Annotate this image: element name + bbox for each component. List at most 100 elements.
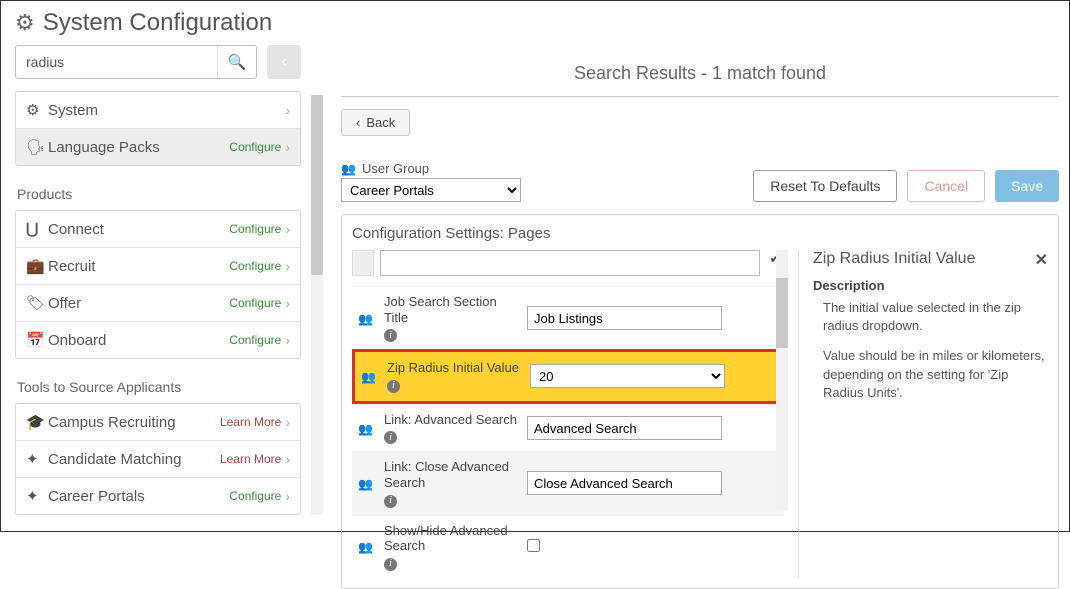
people-icon bbox=[358, 476, 376, 491]
chevron-right-icon: › bbox=[285, 139, 290, 155]
chevron-right-icon: › bbox=[285, 451, 290, 467]
setting-label: Show/Hide Advanced Search i bbox=[384, 523, 519, 571]
back-button[interactable]: ‹ Back bbox=[341, 109, 410, 136]
chevron-left-icon: ‹ bbox=[281, 53, 286, 71]
settings-title: Configuration Settings: Pages bbox=[352, 225, 1048, 242]
sidebar-item-label: Campus Recruiting bbox=[48, 414, 220, 431]
settings-scrollbar[interactable] bbox=[776, 250, 788, 510]
info-icon[interactable]: i bbox=[384, 431, 397, 444]
save-button[interactable]: Save bbox=[995, 170, 1059, 202]
cancel-button[interactable]: Cancel bbox=[907, 170, 985, 202]
chevron-right-icon: › bbox=[285, 258, 290, 274]
detail-body: The initial value selected in the zip ra… bbox=[813, 299, 1048, 402]
gear-icon: ⚙ bbox=[15, 10, 35, 36]
sidebar-item-label: Recruit bbox=[48, 258, 229, 275]
configure-link[interactable]: Configure bbox=[229, 296, 281, 310]
sidebar-item-career-portals[interactable]: ✦ Career Portals Configure › bbox=[16, 477, 300, 514]
setting-row-link-close-advanced-search: Link: Close Advanced Search i bbox=[352, 451, 784, 514]
nav-panel-tools: 🎓 Campus Recruiting Learn More › ✦ Candi… bbox=[15, 403, 301, 515]
sidebar-item-offer[interactable]: 🏷 Offer Configure › bbox=[16, 284, 300, 321]
chevron-right-icon: › bbox=[285, 488, 290, 504]
match-icon: ✦ bbox=[26, 450, 48, 468]
people-icon bbox=[358, 311, 376, 326]
page-title: System Configuration bbox=[43, 9, 272, 37]
portal-icon: ✦ bbox=[26, 487, 48, 505]
setting-row-zip-radius-initial-value[interactable]: Zip Radius Initial Value i 20 bbox=[352, 349, 784, 404]
info-icon[interactable]: i bbox=[384, 495, 397, 508]
setting-row-job-search-section-title: Job Search Section Title i bbox=[352, 286, 784, 349]
setting-label: Link: Close Advanced Search i bbox=[384, 459, 519, 507]
sidebar-collapse-button[interactable]: ‹ bbox=[267, 45, 301, 79]
sidebar-item-recruit[interactable]: 💼 Recruit Configure › bbox=[16, 247, 300, 284]
learn-more-link[interactable]: Learn More bbox=[220, 415, 281, 429]
settings-list: ✔ Job Search Section Title i bbox=[352, 250, 784, 578]
chevron-right-icon: › bbox=[285, 221, 290, 237]
back-label: Back bbox=[366, 115, 395, 130]
collapse-all-toggle[interactable] bbox=[352, 250, 374, 276]
configure-link[interactable]: Configure bbox=[229, 259, 281, 273]
people-icon bbox=[341, 160, 356, 176]
settings-filter-input[interactable] bbox=[380, 250, 760, 276]
sidebar-scrollbar[interactable] bbox=[311, 95, 323, 515]
section-title-products: Products bbox=[15, 176, 301, 210]
sidebar-item-label: System bbox=[48, 102, 285, 119]
configure-link[interactable]: Configure bbox=[229, 140, 281, 154]
sidebar-item-label: Connect bbox=[48, 221, 229, 238]
user-group-block: User Group Career Portals bbox=[341, 160, 521, 202]
language-icon: 🗣 bbox=[26, 138, 48, 156]
sidebar-item-system[interactable]: ⚙ System › bbox=[16, 92, 300, 128]
setting-label: Zip Radius Initial Value i bbox=[387, 360, 522, 393]
nav-panel-products: ⋃ Connect Configure › 💼 Recruit Configur… bbox=[15, 210, 301, 359]
setting-label: Job Search Section Title i bbox=[384, 294, 519, 342]
zip-radius-initial-value-select[interactable]: 20 bbox=[530, 364, 725, 388]
configure-link[interactable]: Configure bbox=[229, 333, 281, 347]
chevron-right-icon: › bbox=[285, 102, 290, 118]
sidebar: 🔍 ‹ ⚙ System › 🗣 Language Packs Configur… bbox=[1, 43, 323, 529]
briefcase-icon: 💼 bbox=[26, 257, 48, 275]
show-hide-advanced-search-checkbox[interactable] bbox=[527, 539, 540, 552]
chevron-left-icon: ‹ bbox=[356, 115, 360, 130]
configure-link[interactable]: Configure bbox=[229, 222, 281, 236]
detail-title: Zip Radius Initial Value bbox=[813, 250, 1048, 268]
search-input[interactable] bbox=[16, 46, 217, 78]
sidebar-item-label: Candidate Matching bbox=[48, 451, 220, 468]
search-box: 🔍 bbox=[15, 45, 257, 79]
scrollbar-thumb[interactable] bbox=[311, 95, 323, 275]
configure-link[interactable]: Configure bbox=[229, 489, 281, 503]
sidebar-item-label: Career Portals bbox=[48, 488, 229, 505]
close-icon[interactable]: ✕ bbox=[1035, 250, 1048, 270]
sidebar-item-label: Offer bbox=[48, 295, 229, 312]
people-icon bbox=[358, 539, 376, 554]
graduation-icon: 🎓 bbox=[26, 413, 48, 431]
sidebar-item-label: Language Packs bbox=[48, 139, 229, 156]
info-icon[interactable]: i bbox=[387, 380, 400, 393]
sidebar-item-connect[interactable]: ⋃ Connect Configure › bbox=[16, 211, 300, 247]
scrollbar-thumb[interactable] bbox=[776, 278, 788, 348]
reset-to-defaults-button[interactable]: Reset To Defaults bbox=[753, 170, 897, 202]
sidebar-item-label: Onboard bbox=[48, 332, 229, 349]
page-header: ⚙ System Configuration bbox=[1, 1, 1069, 43]
search-icon: 🔍 bbox=[228, 53, 247, 71]
setting-row-link-advanced-search: Link: Advanced Search i bbox=[352, 404, 784, 452]
link-advanced-search-input[interactable] bbox=[527, 416, 722, 440]
people-icon bbox=[358, 421, 376, 436]
info-icon[interactable]: i bbox=[384, 329, 397, 342]
learn-more-link[interactable]: Learn More bbox=[220, 452, 281, 466]
people-icon bbox=[361, 369, 379, 384]
tag-icon: 🏷 bbox=[26, 294, 48, 312]
info-icon[interactable]: i bbox=[384, 558, 397, 571]
search-button[interactable]: 🔍 bbox=[217, 46, 256, 78]
job-search-section-title-input[interactable] bbox=[527, 306, 722, 330]
link-close-advanced-search-input[interactable] bbox=[527, 471, 722, 495]
setting-row-show-hide-advanced-search: Show/Hide Advanced Search i bbox=[352, 515, 784, 578]
sidebar-item-language-packs[interactable]: 🗣 Language Packs Configure › bbox=[16, 128, 300, 165]
sidebar-item-campus-recruiting[interactable]: 🎓 Campus Recruiting Learn More › bbox=[16, 404, 300, 440]
sidebar-item-candidate-matching[interactable]: ✦ Candidate Matching Learn More › bbox=[16, 440, 300, 477]
chevron-right-icon: › bbox=[285, 414, 290, 430]
user-group-select[interactable]: Career Portals bbox=[341, 178, 521, 202]
connect-icon: ⋃ bbox=[26, 220, 48, 238]
sidebar-item-onboard[interactable]: 📅 Onboard Configure › bbox=[16, 321, 300, 358]
results-title: Search Results - 1 match found bbox=[341, 45, 1059, 97]
chevron-right-icon: › bbox=[285, 332, 290, 348]
setting-label: Link: Advanced Search i bbox=[384, 412, 519, 445]
